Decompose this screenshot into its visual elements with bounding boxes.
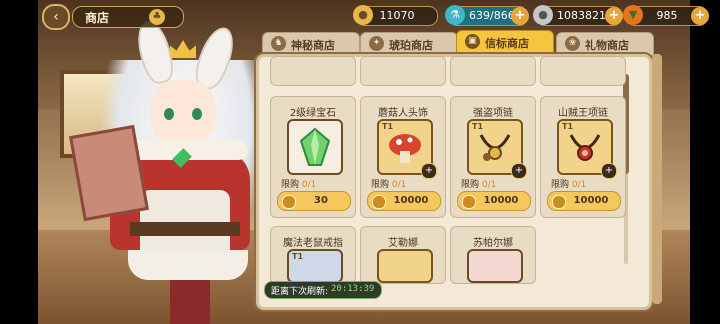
character-eye-left — [164, 108, 174, 120]
resource-carrot: ▼ 985 + — [623, 5, 709, 26]
green-gem-icon[interactable] — [287, 119, 343, 175]
beacon-icon: ▣ — [465, 34, 480, 49]
shop-item-bandit-necklace[interactable]: 强盗项链 T1 + 限购 0/1 10000 — [450, 96, 536, 218]
item-name: 蘑菇人头饰 — [378, 108, 428, 119]
carrot-value: 985 — [656, 9, 678, 22]
carrot-icon: ▼ — [623, 5, 643, 25]
tab-label: 神秘商店 — [291, 39, 335, 52]
gift-icon: ❀ — [565, 36, 580, 51]
tier-tag: T1 — [292, 252, 304, 261]
purchase-limit: 限购 0/1 — [281, 180, 317, 190]
info-plus-icon[interactable]: + — [511, 163, 527, 179]
buy-button[interactable]: 10000 — [457, 191, 531, 211]
buy-button[interactable]: 30 — [277, 191, 351, 211]
stamina-potion-icon: ⚗ — [445, 5, 465, 25]
character-skirt — [128, 250, 248, 280]
shop-item-supaerna[interactable]: 苏帕尔娜 — [450, 226, 536, 284]
tier-tag: T1 — [382, 122, 394, 131]
add-carrot-button[interactable]: + — [691, 7, 709, 25]
add-stamina-button[interactable]: + — [511, 7, 529, 25]
purchase-limit: 限购 0/1 — [371, 180, 407, 190]
item-name: 强盗项链 — [473, 108, 513, 119]
item-name: 山贼王项链 — [558, 108, 608, 119]
tab-label: 礼物商店 — [585, 39, 629, 52]
shop-item-mushroom-headwear[interactable]: 蘑菇人头饰 T1 + 限购 0/1 10000 — [360, 96, 446, 218]
buy-button[interactable]: 10000 — [367, 191, 441, 211]
character-belt — [130, 222, 240, 236]
tab-gift-shop[interactable]: ❀ 礼物商店 — [556, 32, 654, 56]
shop-item-magic-mouse-ring[interactable]: 魔法老鼠戒指 T1 — [270, 226, 356, 284]
silver-value: 1083821 — [557, 9, 606, 22]
shop-item-green-gem[interactable]: 2级绿宝石 限购 0/1 30 — [270, 96, 356, 218]
item-price: 30 — [314, 195, 328, 206]
shop-item-ailena[interactable]: 艾勒娜 — [360, 226, 446, 284]
right-letterbox — [690, 0, 720, 324]
tab-label: 信标商店 — [485, 37, 529, 50]
list-item-partial — [450, 56, 536, 86]
mushroom-headwear-icon[interactable]: T1 + — [377, 119, 437, 179]
amber-icon: ✦ — [369, 36, 384, 51]
gold-coin-icon: ● — [353, 5, 373, 25]
top-bar: ‹ 商店 ♣ ● 11070 ⚗ 639/866 + ● 1083821 + ▼… — [38, 0, 709, 30]
info-plus-icon[interactable]: + — [421, 163, 437, 179]
bandit-necklace-icon[interactable]: T1 + — [467, 119, 527, 179]
tier-tag: T1 — [472, 122, 484, 131]
gold-coin-icon — [462, 195, 476, 209]
resource-gold: ● 11070 — [353, 5, 438, 26]
left-letterbox — [0, 0, 38, 324]
tab-beacon-shop[interactable]: ▣ 信标商店 — [456, 30, 554, 56]
resource-stamina: ⚗ 639/866 + — [445, 5, 529, 26]
buy-button[interactable]: 10000 — [547, 191, 621, 211]
cat-icon: ♞ — [271, 36, 286, 51]
gold-value: 11070 — [379, 9, 415, 22]
magic-mouse-ring-icon[interactable]: T1 — [287, 249, 343, 283]
purchase-limit: 限购 0/1 — [551, 180, 587, 190]
item-price: 10000 — [483, 195, 519, 206]
item-price: 10000 — [393, 195, 429, 206]
refresh-time: 20:13:39 — [331, 284, 375, 294]
item-name: 魔法老鼠戒指 — [283, 238, 343, 249]
panel-frame-right — [652, 54, 662, 304]
gold-coin-icon — [552, 195, 566, 209]
item-name: 艾勒娜 — [388, 238, 418, 249]
refresh-timer: 距离下次刷新: 20:13:39 — [264, 281, 382, 299]
info-plus-icon[interactable]: + — [601, 163, 617, 179]
stamina-value: 639/866 — [469, 9, 515, 22]
add-silver-button[interactable]: + — [605, 7, 623, 25]
tab-mystery-shop[interactable]: ♞ 神秘商店 — [262, 32, 360, 56]
item-name: 苏帕尔娜 — [473, 238, 513, 249]
gold-coin-icon — [372, 195, 386, 209]
back-arrow-icon[interactable]: ‹ — [42, 4, 70, 30]
silver-coin-icon: ● — [533, 5, 553, 25]
character-eye-right — [192, 108, 202, 120]
page-title-pill: 商店 ♣ — [72, 6, 184, 28]
list-item-partial — [540, 56, 626, 86]
resource-silver: ● 1083821 + — [533, 5, 623, 26]
item-name: 2级绿宝石 — [289, 108, 337, 119]
gold-coin-icon — [282, 195, 296, 209]
tier-tag: T1 — [562, 122, 574, 131]
purchase-limit: 限购 0/1 — [461, 180, 497, 190]
bandit-king-necklace-icon[interactable]: T1 + — [557, 119, 617, 179]
character-legs — [170, 280, 210, 324]
list-item-partial — [360, 56, 446, 86]
refresh-label: 距离下次刷新: — [271, 287, 329, 297]
character-portrait-icon[interactable] — [467, 249, 523, 283]
shop-item-bandit-king-necklace[interactable]: 山贼王项链 T1 + 限购 0/1 10000 — [540, 96, 626, 218]
tab-amber-shop[interactable]: ✦ 琥珀商店 — [360, 32, 458, 56]
character-portrait-icon[interactable] — [377, 249, 433, 283]
page-title: 商店 — [85, 11, 110, 25]
tab-label: 琥珀商店 — [389, 39, 433, 52]
item-price: 10000 — [573, 195, 609, 206]
clover-icon: ♣ — [149, 9, 165, 25]
list-item-partial — [270, 56, 356, 86]
